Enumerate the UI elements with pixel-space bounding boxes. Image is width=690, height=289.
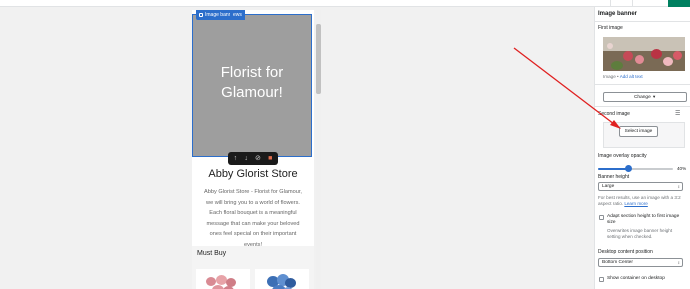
section-tag-overflow: ews <box>230 10 245 20</box>
drag-handle-icon[interactable]: ☰ <box>675 110 680 117</box>
desktop-position-value: Bottom Center <box>602 260 633 265</box>
banner-height-help: For best results, use an image with a 3:… <box>598 195 686 207</box>
add-alt-text-link[interactable]: Add alt text <box>620 74 643 79</box>
change-button-label: Change <box>633 95 651 100</box>
divider <box>595 106 690 107</box>
slider-fill <box>598 168 628 170</box>
store-description: Abby Glorist Store - Florist for Glamour… <box>204 189 302 248</box>
preview-scrollbar[interactable] <box>316 10 321 289</box>
change-image-button[interactable]: Change ▼ <box>603 92 687 102</box>
show-container-checkbox[interactable] <box>599 277 604 282</box>
divider <box>595 84 690 85</box>
image-banner-section[interactable]: Florist for Glamour! <box>192 14 312 157</box>
save-button[interactable] <box>668 0 690 7</box>
first-image-label: First image <box>598 25 623 31</box>
must-buy-title: Must Buy <box>197 250 227 257</box>
banner-heading-line2: Glamour! <box>221 84 283 101</box>
section-tag-overflow-label: ews <box>233 12 242 18</box>
banner-height-label: Banner height <box>598 174 630 180</box>
banner-height-value: Large <box>602 184 615 189</box>
banner-heading: Florist for Glamour! <box>193 63 311 103</box>
delete-icon[interactable]: ■ <box>268 152 272 165</box>
store-name: Abby Glorist Store <box>208 168 298 180</box>
section-toolbar: ↑ ↓ ⊘ ■ <box>228 152 278 165</box>
desktop-position-select[interactable]: Bottom Center ↕ <box>598 258 683 267</box>
show-container-label: Show container on desktop <box>607 276 665 281</box>
first-image-thumbnail[interactable] <box>603 37 685 71</box>
image-alt-text: Image • Add alt text <box>603 74 643 79</box>
scrollbar-thumb[interactable] <box>316 24 321 94</box>
overlay-opacity-value: 40% <box>677 166 687 171</box>
image-alt-prefix: Image • <box>603 74 620 79</box>
select-arrows-icon: ↕ <box>677 184 680 189</box>
topbar-button[interactable] <box>632 0 662 7</box>
learn-more-link[interactable]: Learn more <box>624 201 648 206</box>
topbar-button[interactable] <box>610 0 632 7</box>
overlay-opacity-label: Image overlay opacity <box>598 153 647 159</box>
adapt-height-checkbox[interactable] <box>599 215 604 220</box>
adapt-height-label: Adapt section height to first image size <box>607 214 680 225</box>
section-icon <box>199 13 203 17</box>
chevron-down-icon: ▼ <box>652 94 657 99</box>
select-arrows-icon: ↕ <box>677 260 680 265</box>
hide-icon[interactable]: ⊘ <box>255 152 261 165</box>
divider <box>595 21 690 22</box>
store-preview: Florist for Glamour! Image banner ews ↑ … <box>192 10 314 289</box>
product-card[interactable] <box>196 269 250 289</box>
overlay-opacity-slider[interactable] <box>598 165 673 172</box>
slider-handle[interactable] <box>624 165 632 172</box>
desktop-position-label: Desktop content position <box>598 249 653 255</box>
select-image-label: Select image <box>624 129 653 134</box>
move-up-icon[interactable]: ↑ <box>234 152 238 165</box>
banner-heading-line1: Florist for <box>220 64 284 81</box>
annotation-arrow <box>513 47 621 129</box>
product-card[interactable] <box>255 269 309 289</box>
settings-panel: Image banner First image Image • Add alt… <box>594 7 690 289</box>
move-down-icon[interactable]: ↓ <box>244 152 248 165</box>
top-bar <box>0 0 690 7</box>
banner-height-select[interactable]: Large ↕ <box>598 182 683 191</box>
adapt-height-help: Overwrites image banner height setting w… <box>607 228 673 239</box>
second-image-label: Second image <box>598 111 630 117</box>
select-image-button[interactable]: Select image <box>619 126 658 137</box>
panel-title: Image banner <box>598 11 638 17</box>
